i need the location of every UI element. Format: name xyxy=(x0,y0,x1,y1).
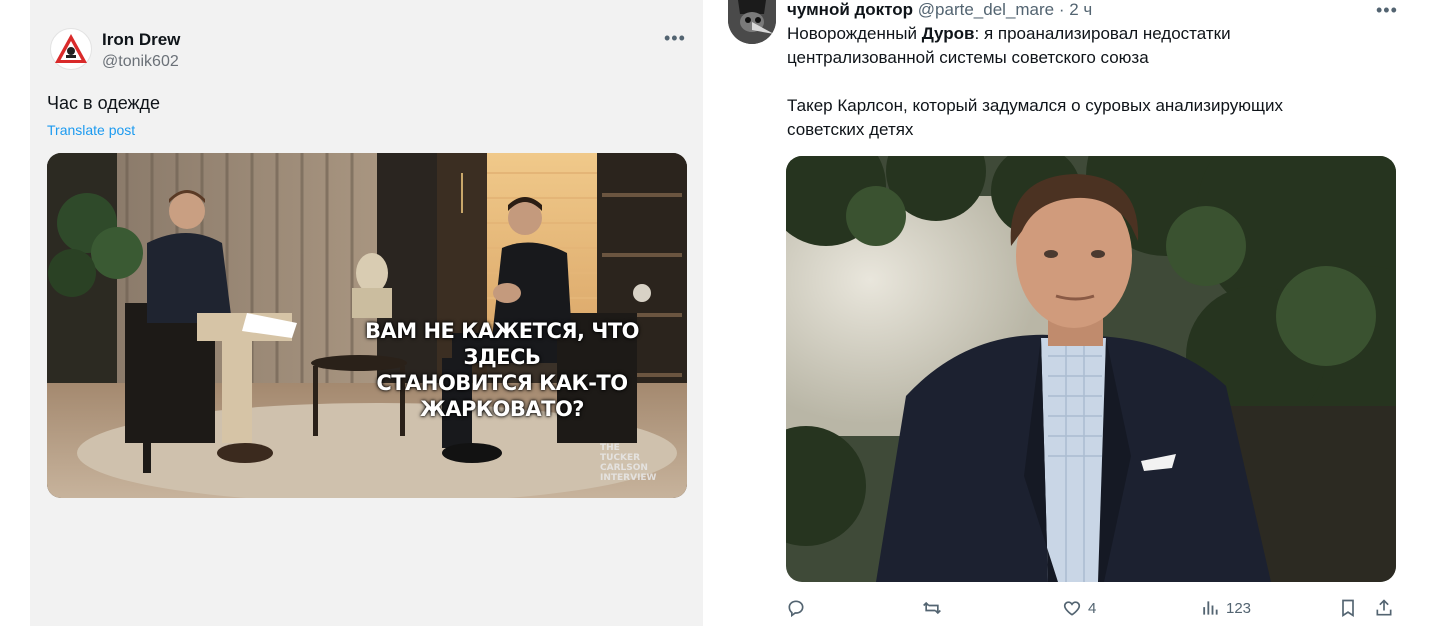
retweet-icon xyxy=(923,601,941,615)
text-line: советских детях xyxy=(787,120,914,139)
text-span: : я проанализировал недостатки xyxy=(974,24,1231,43)
watermark-line: TUCKER xyxy=(600,453,641,463)
timestamp[interactable]: · 2 ч xyxy=(1059,0,1092,19)
media-watermark: THE TUCKER CARLSON INTERVIEW xyxy=(600,443,657,483)
caption-line: СТАНОВИТСЯ КАК-ТО xyxy=(376,371,628,395)
watermark-line: THE xyxy=(600,443,620,453)
bookmark-icon xyxy=(1342,599,1354,618)
text-line: Такер Карлсон, который задумался о суров… xyxy=(787,96,1283,115)
share-icon xyxy=(1376,599,1392,616)
avatar[interactable] xyxy=(50,28,92,70)
watermark-line: INTERVIEW xyxy=(600,473,657,483)
more-icon[interactable]: ••• xyxy=(1376,0,1398,21)
caption-line: ВАМ НЕ КАЖЕТСЯ, ЧТО ЗДЕСЬ xyxy=(364,319,640,369)
retweet-button[interactable] xyxy=(922,598,948,618)
author-name[interactable]: Iron Drew xyxy=(102,30,180,50)
tucker-portrait-image xyxy=(786,156,1396,582)
author-handle[interactable]: @tonik602 xyxy=(102,53,179,71)
left-tweet: Iron Drew @tonik602 ••• Час в одежде Tra… xyxy=(30,0,703,626)
plague-doctor-avatar-image xyxy=(728,0,776,44)
reply-icon xyxy=(788,600,804,618)
author-handle[interactable]: @parte_del_mare xyxy=(918,0,1054,19)
views-button[interactable]: 123 xyxy=(1200,598,1251,618)
translate-link[interactable]: Translate post xyxy=(47,122,135,138)
tweet-text: Новорожденный Дуров: я проанализировал н… xyxy=(787,22,1407,142)
reply-button[interactable] xyxy=(786,598,812,618)
like-icon xyxy=(1063,601,1081,616)
tweet-media[interactable]: ВАМ НЕ КАЖЕТСЯ, ЧТО ЗДЕСЬ СТАНОВИТСЯ КАК… xyxy=(47,153,687,498)
tweet-header: чумной доктор @parte_del_mare · 2 ч xyxy=(787,0,1092,20)
bookmark-button[interactable] xyxy=(1338,598,1358,618)
avatar[interactable] xyxy=(728,0,776,44)
like-button[interactable]: 4 xyxy=(1062,598,1096,618)
warning-triangle-icon xyxy=(55,34,87,63)
tweet-actions: 4 123 xyxy=(786,598,1398,622)
text-line: Новорожденный Дуров: я проанализировал н… xyxy=(787,22,1407,46)
share-button[interactable] xyxy=(1374,598,1394,618)
watermark-line: CARLSON xyxy=(600,463,648,473)
media-caption: ВАМ НЕ КАЖЕТСЯ, ЧТО ЗДЕСЬ СТАНОВИТСЯ КАК… xyxy=(337,318,667,422)
tweet-media[interactable] xyxy=(786,156,1396,582)
like-count: 4 xyxy=(1088,599,1097,617)
view-count: 123 xyxy=(1226,599,1252,617)
text-line: централизованной системы советского союз… xyxy=(787,48,1149,67)
more-icon[interactable]: ••• xyxy=(664,28,686,49)
tweet-text: Час в одежде xyxy=(47,93,161,113)
views-icon xyxy=(1203,601,1218,615)
bold-name: Дуров xyxy=(921,24,975,43)
author-name[interactable]: чумной доктор xyxy=(787,0,913,19)
caption-line: ЖАРКОВАТО? xyxy=(420,397,584,421)
text-span: Новорожденный xyxy=(787,24,922,43)
